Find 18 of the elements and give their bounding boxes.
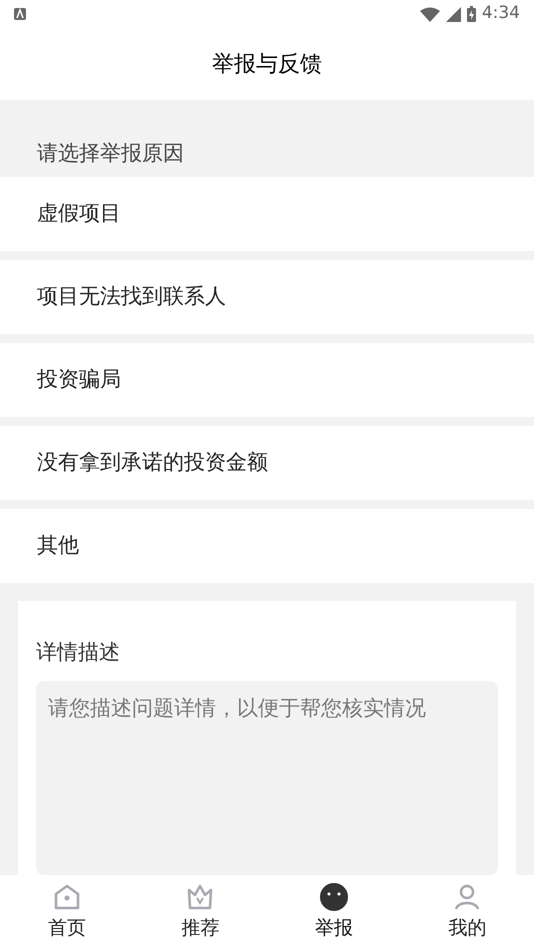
wifi-icon xyxy=(420,6,440,22)
nav-tab[interactable]: 首页 xyxy=(0,875,134,950)
keyboard-icon xyxy=(14,8,26,20)
signal-icon xyxy=(446,6,461,22)
details-field[interactable]: 请您描述问题详情，以便于帮您核实情况 xyxy=(36,680,498,875)
reason-item[interactable]: 投资骗局 xyxy=(0,343,534,417)
reason-item[interactable]: 其他 xyxy=(0,509,534,583)
section-label: 请选择举报原因 xyxy=(37,140,184,166)
battery-icon xyxy=(466,6,476,22)
reason-item[interactable]: 项目无法找到联系人 xyxy=(0,260,534,334)
details-label: 详情描述 xyxy=(36,639,121,666)
nav-tab[interactable]: 我的 xyxy=(400,875,534,950)
nav-tab[interactable]: 举报 xyxy=(267,875,400,950)
reason-item[interactable]: 虚假项目 xyxy=(0,177,534,251)
reason-item[interactable]: 没有拿到承诺的投资金额 xyxy=(0,426,534,500)
nav-tab[interactable]: 推荐 xyxy=(134,875,267,950)
page-title: 举报与反馈 xyxy=(212,50,322,78)
status-time: 4:34 xyxy=(482,2,520,26)
